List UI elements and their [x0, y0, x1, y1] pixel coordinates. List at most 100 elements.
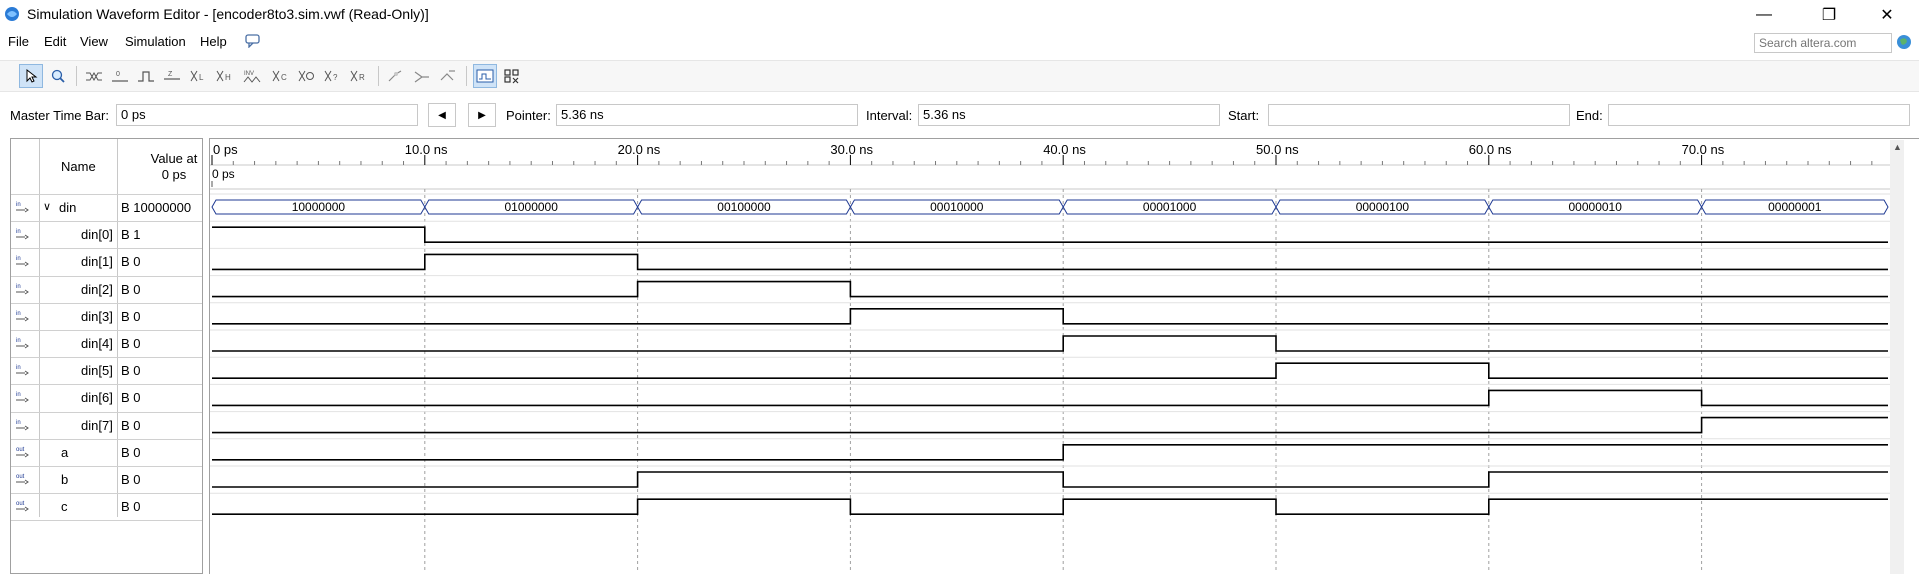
next-transition-button[interactable]: ▶ — [468, 103, 496, 127]
output-pin-icon: out — [16, 474, 29, 485]
toolbar-separator — [76, 66, 77, 86]
interval-field[interactable]: 5.36 ns — [918, 104, 1220, 126]
svg-text:in: in — [16, 284, 21, 290]
high-impedance-icon: Z — [164, 71, 180, 80]
weak-high-icon: H — [216, 70, 231, 82]
scroll-up-arrow-icon[interactable]: ▲ — [1893, 142, 1902, 154]
signal-name[interactable]: c — [61, 499, 68, 514]
previous-transition-button[interactable]: ◀ — [428, 103, 456, 127]
uninitialized-button[interactable] — [82, 64, 106, 88]
signal-name[interactable]: b — [61, 472, 68, 487]
zoom-tool-button[interactable] — [46, 64, 70, 88]
waveform-a — [212, 444, 1888, 461]
menu-help[interactable]: Help — [200, 34, 227, 49]
svg-text:in: in — [16, 420, 21, 426]
signal-name[interactable]: din[3] — [81, 309, 113, 324]
random-value-icon: R — [350, 70, 365, 82]
end-field[interactable] — [1608, 104, 1910, 126]
grid-toggle-button[interactable] — [500, 64, 524, 88]
svg-text:L: L — [199, 73, 204, 82]
signal-name[interactable]: din[6] — [81, 390, 113, 405]
signal-name[interactable]: din[4] — [81, 336, 113, 351]
signal-value: B 0 — [121, 444, 141, 460]
reverse-group-button[interactable] — [436, 64, 460, 88]
snap-to-grid-button[interactable] — [384, 64, 408, 88]
row-divider — [11, 221, 202, 223]
force-low-button[interactable]: 0 — [108, 64, 132, 88]
row-divider — [11, 411, 202, 413]
signal-name[interactable]: a — [61, 445, 68, 460]
overwrite-clock-button[interactable] — [294, 64, 318, 88]
random-value-button[interactable]: R — [346, 64, 370, 88]
signal-value: B 0 — [121, 390, 141, 406]
signal-name[interactable]: din[0] — [81, 227, 113, 242]
minimize-button[interactable]: — — [1741, 0, 1787, 30]
svg-text:in: in — [16, 256, 21, 262]
waveform-din4 — [212, 335, 1888, 352]
waveform-panel: 0 ps 10.0 ns 20.0 ns 30.0 ns 40.0 ns 50.0 ns 6… — [209, 138, 1919, 574]
waveform-din6 — [212, 389, 1888, 407]
feedback-icon[interactable] — [245, 34, 261, 48]
force-low-icon: 0 — [112, 71, 128, 82]
toolbar-separator — [378, 66, 379, 86]
count-value-icon: C — [272, 70, 287, 82]
menu-edit[interactable]: Edit — [44, 34, 66, 49]
cursor-time-label: 0 ps — [212, 167, 235, 181]
globe-icon[interactable] — [1896, 34, 1912, 50]
bus-value-label: 00001000 — [1143, 200, 1197, 214]
input-pin-icon: in — [16, 338, 29, 349]
master-time-bar-field[interactable]: 0 ps — [116, 104, 418, 126]
window-title: Simulation Waveform Editor - [encoder8to… — [27, 6, 429, 22]
signal-name[interactable]: din[1] — [81, 254, 113, 269]
weak-low-button[interactable]: L — [186, 64, 210, 88]
collapse-chevron-icon[interactable]: ∨ — [43, 200, 51, 213]
weak-low-icon: L — [190, 70, 204, 82]
signal-value: B 0 — [121, 499, 141, 515]
row-divider — [11, 194, 202, 195]
arbitrary-value-button[interactable]: ? — [320, 64, 344, 88]
force-high-button[interactable] — [134, 64, 158, 88]
time-tick-label: 20.0 ns — [618, 142, 661, 157]
signal-value: B 0 — [121, 336, 141, 351]
svg-text:out: out — [16, 447, 25, 453]
input-pin-icon: in — [16, 284, 29, 295]
input-pin-icon: in — [16, 202, 29, 213]
vertical-scrollbar[interactable] — [1890, 140, 1904, 574]
count-value-button[interactable]: C — [268, 64, 292, 88]
signal-name[interactable]: din — [59, 200, 76, 215]
high-impedance-button[interactable]: Z — [160, 64, 184, 88]
weak-high-button[interactable]: H — [212, 64, 236, 88]
search-input[interactable] — [1754, 33, 1892, 53]
pointer-label: Pointer: — [506, 108, 551, 123]
show-waveform-button[interactable] — [473, 64, 497, 88]
invert-button[interactable]: INV — [240, 64, 264, 88]
close-button[interactable]: ✕ — [1864, 0, 1910, 30]
menu-simulation[interactable]: Simulation — [125, 34, 186, 49]
restore-button[interactable]: ❐ — [1806, 0, 1852, 30]
svg-text:in: in — [16, 392, 21, 398]
waveform-canvas[interactable]: 0 ps 10.0 ns 20.0 ns 30.0 ns 40.0 ns 50.0 ns 6… — [210, 139, 1919, 573]
value-column-header: Value at 0 ps — [137, 151, 211, 183]
clock-icon — [298, 70, 314, 82]
row-divider — [11, 384, 202, 386]
time-tick-label: 10.0 ns — [405, 142, 448, 157]
start-field[interactable] — [1268, 104, 1570, 126]
svg-text:C: C — [281, 73, 287, 82]
group-button[interactable] — [410, 64, 434, 88]
arrow-right-icon: ▶ — [478, 109, 486, 121]
signal-name[interactable]: din[2] — [81, 282, 113, 297]
pointer-field[interactable]: 5.36 ns — [556, 104, 858, 126]
toolbar: 0 Z L H INV C ? R — [0, 60, 1919, 92]
svg-text:H: H — [225, 73, 231, 82]
signal-name[interactable]: din[5] — [81, 363, 113, 378]
menu-view[interactable]: View — [80, 34, 108, 49]
time-tick-label: 0 ps — [213, 142, 238, 157]
value-header-line1: Value at — [150, 151, 198, 166]
signal-name[interactable]: din[7] — [81, 418, 113, 433]
zoom-icon — [51, 69, 65, 83]
signal-value: B 0 — [121, 308, 141, 324]
selection-tool-button[interactable] — [19, 64, 43, 88]
menu-file[interactable]: File — [8, 34, 29, 49]
input-pin-icon: in — [16, 420, 29, 431]
row-divider — [11, 357, 202, 359]
